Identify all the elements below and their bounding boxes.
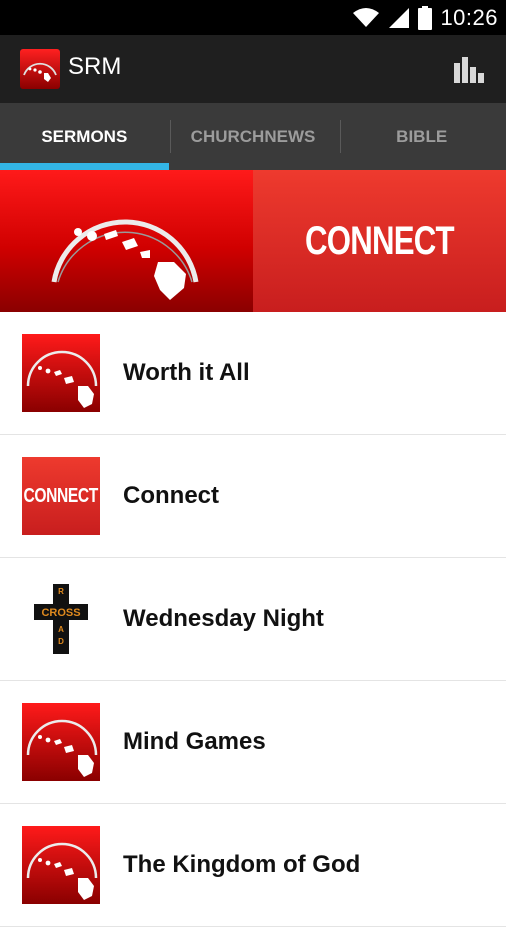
tab-bible[interactable]: BIBLE — [337, 103, 506, 170]
app-title: SRM — [68, 53, 122, 80]
tab-bar: SERMONS CHURCHNEWS BIBLE — [0, 103, 506, 170]
list-item[interactable]: CONNECT Connect — [0, 435, 506, 558]
list-item[interactable]: The Kingdom of God — [0, 804, 506, 927]
tab-divider — [340, 120, 341, 153]
svg-text:D: D — [58, 637, 64, 646]
list-item[interactable]: Worth it All — [0, 312, 506, 435]
app-logo[interactable] — [20, 49, 60, 89]
status-icons: 10:26 — [352, 0, 498, 35]
list-item-title: Connect — [123, 482, 219, 509]
wifi-icon — [353, 7, 380, 27]
tab-label: CHURCHNEWS — [190, 126, 316, 146]
header-banner: CONNECT — [0, 170, 506, 312]
sermon-list: Worth it All CONNECT Connect CROSS R A D… — [0, 312, 506, 927]
list-item-title: Worth it All — [123, 359, 250, 386]
banner-connect[interactable]: CONNECT — [253, 170, 506, 312]
tab-label: SERMONS — [41, 126, 128, 146]
tab-churchnews[interactable]: CHURCHNEWS — [169, 103, 338, 170]
tab-sermons[interactable]: SERMONS — [0, 103, 169, 170]
action-bar: SRM — [0, 35, 506, 103]
chart-icon[interactable] — [454, 55, 484, 85]
list-item[interactable]: CROSS R A D Wednesday Night — [0, 558, 506, 681]
svg-text:R: R — [58, 587, 64, 596]
connect-logo-text: CONNECT — [23, 484, 99, 507]
status-bar: 10:26 — [0, 0, 506, 35]
hawaii-logo-thumbnail — [22, 826, 100, 904]
hawaii-logo-thumbnail — [22, 703, 100, 781]
crossroad-logo-thumbnail: CROSS R A D — [22, 580, 100, 658]
list-item[interactable]: Mind Games — [0, 681, 506, 804]
list-item-title: Mind Games — [123, 728, 266, 755]
list-item-title: Wednesday Night — [123, 605, 324, 632]
tab-indicator — [0, 163, 169, 170]
battery-icon — [418, 5, 433, 30]
tab-label: BIBLE — [396, 126, 448, 146]
banner-connect-text: CONNECT — [305, 218, 455, 263]
hawaii-logo-thumbnail — [22, 334, 100, 412]
svg-text:A: A — [58, 625, 64, 634]
crossroad-logo-cross-text: CROSS — [41, 607, 80, 619]
signal-icon — [389, 7, 410, 28]
connect-logo-thumbnail: CONNECT — [22, 457, 100, 535]
tab-divider — [170, 120, 171, 153]
list-item-title: The Kingdom of God — [123, 851, 361, 878]
status-time: 10:26 — [440, 4, 498, 30]
banner-logo[interactable] — [0, 170, 253, 312]
